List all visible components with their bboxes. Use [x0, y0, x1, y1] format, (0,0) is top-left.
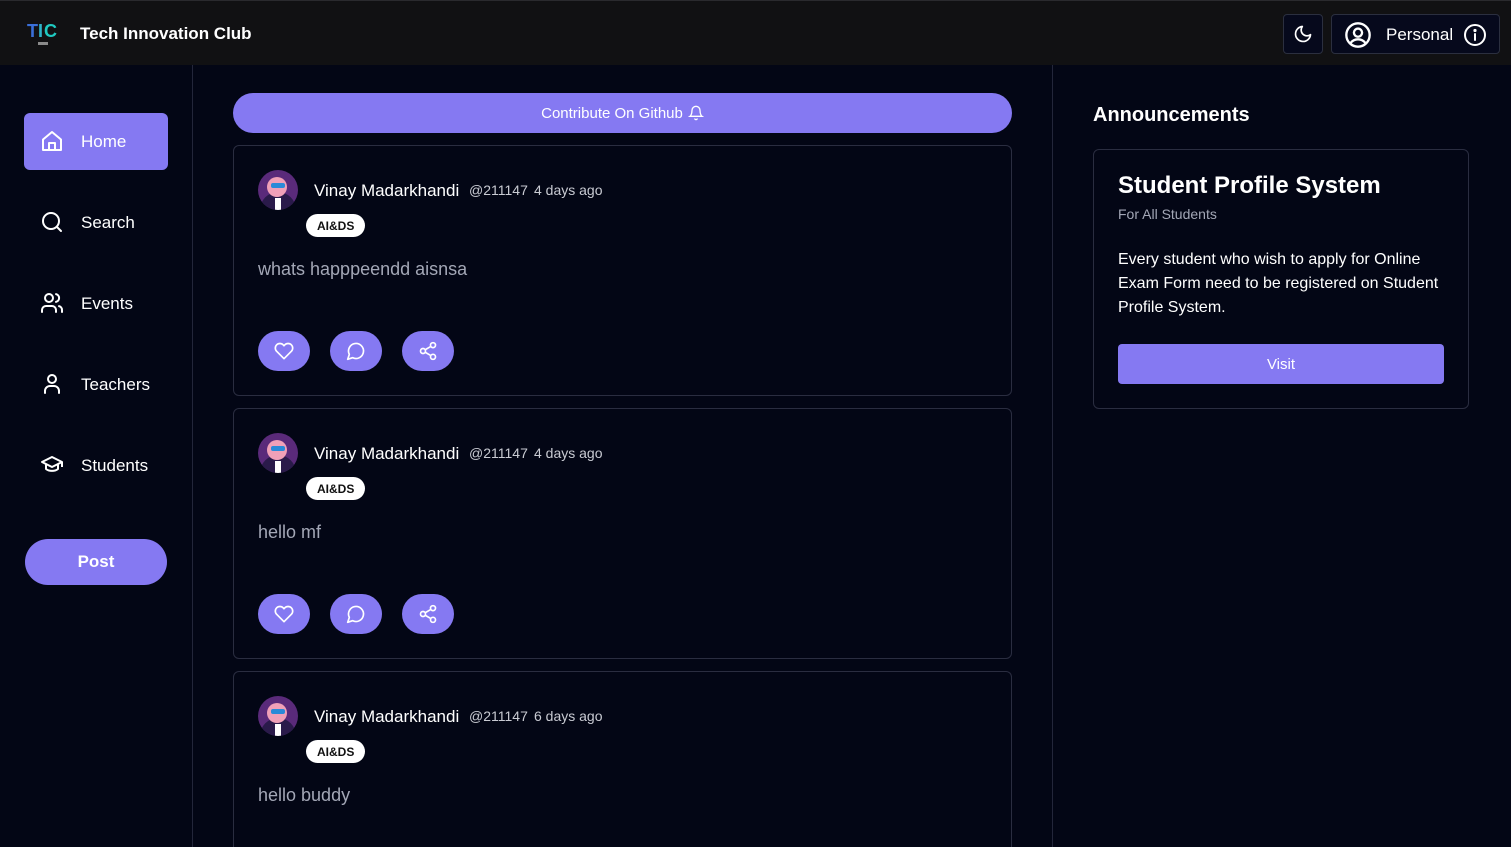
post-content: hello buddy — [258, 785, 351, 805]
post-card: Vinay Madarkhandi @211147 6 days ago AI&… — [233, 671, 1012, 847]
post-card: Vinay Madarkhandi @211147 4 days ago AI&… — [233, 408, 1012, 659]
tic-club-logo[interactable]: T I C — [26, 20, 62, 48]
post-handle: @211147 — [469, 182, 528, 198]
heart-icon — [274, 342, 294, 360]
announcement-audience: For All Students — [1118, 206, 1217, 222]
post-author[interactable]: Vinay Madarkhandi — [314, 444, 459, 464]
sidebar-item-search[interactable]: Search — [24, 194, 168, 251]
post-content: whats happpeendd aisnsa — [258, 259, 468, 279]
post-author[interactable]: Vinay Madarkhandi — [314, 707, 459, 727]
announcement-heading: Student Profile System — [1118, 172, 1381, 199]
comment-icon — [346, 342, 365, 361]
post-content: hello mf — [258, 522, 322, 542]
visit-button[interactable]: Visit — [1118, 344, 1444, 384]
user-circle-icon — [1345, 22, 1371, 48]
user-icon — [44, 374, 60, 394]
bell-icon — [687, 105, 704, 121]
top-header: T I C Tech Innovation Club Personal — [0, 0, 1511, 65]
profile-button[interactable]: Personal — [1331, 14, 1500, 54]
like-button[interactable] — [258, 594, 310, 634]
avatar[interactable] — [258, 433, 298, 473]
sidebar-item-students[interactable]: Students — [24, 437, 168, 494]
post-card: Vinay Madarkhandi @211147 4 days ago AI&… — [233, 145, 1012, 396]
post-handle: @211147 — [469, 445, 528, 461]
contribute-github-button[interactable]: Contribute On Github — [233, 93, 1012, 133]
announcement-card: Student Profile System For All Students … — [1093, 149, 1469, 409]
comment-icon — [346, 605, 365, 624]
graduation-cap-icon — [41, 456, 63, 472]
left-sidebar: Home Search Events Teachers Students Pos… — [0, 65, 193, 847]
svg-text:I: I — [38, 21, 43, 41]
info-icon[interactable] — [1463, 23, 1487, 47]
comment-button[interactable] — [330, 331, 382, 371]
announcement-body: Every student who wish to apply for Onli… — [1118, 251, 1439, 316]
avatar[interactable] — [258, 696, 298, 736]
sidebar-item-teachers[interactable]: Teachers — [24, 356, 168, 413]
users-icon — [41, 293, 64, 313]
avatar[interactable] — [258, 170, 298, 210]
sidebar-item-label: Home — [81, 132, 127, 151]
post-time: 6 days ago — [534, 708, 603, 724]
share-button[interactable] — [402, 594, 454, 634]
like-button[interactable] — [258, 331, 310, 371]
post-tag-badge: AI&DS — [306, 214, 366, 237]
contribute-label: Contribute On Github — [541, 104, 683, 122]
sidebar-item-label: Events — [81, 294, 133, 313]
sidebar-item-home[interactable]: Home — [24, 113, 168, 170]
post-author[interactable]: Vinay Madarkhandi — [314, 181, 459, 201]
svg-text:C: C — [44, 21, 57, 41]
post-time: 4 days ago — [534, 445, 603, 461]
heart-icon — [274, 605, 294, 623]
home-icon — [42, 131, 62, 151]
share-icon — [419, 604, 437, 624]
search-icon — [42, 212, 62, 232]
comment-button[interactable] — [330, 594, 382, 634]
sidebar-item-label: Search — [81, 213, 135, 232]
app-title: Tech Innovation Club — [80, 24, 252, 43]
share-button[interactable] — [402, 331, 454, 371]
column-divider — [1052, 65, 1053, 847]
sidebar-item-events[interactable]: Events — [24, 275, 168, 332]
sidebar-item-label: Teachers — [81, 375, 150, 394]
post-tag-badge: AI&DS — [306, 477, 366, 500]
post-tag-badge: AI&DS — [306, 740, 366, 763]
moon-icon — [1294, 25, 1312, 43]
sidebar-item-label: Students — [81, 456, 149, 475]
post-button[interactable]: Post — [25, 539, 167, 585]
profile-label: Personal — [1386, 25, 1454, 44]
announcements-title: Announcements — [1093, 104, 1250, 126]
theme-toggle-button[interactable] — [1283, 14, 1323, 54]
share-icon — [419, 341, 437, 361]
post-time: 4 days ago — [534, 182, 603, 198]
svg-text:T: T — [27, 21, 38, 41]
post-handle: @211147 — [469, 708, 528, 724]
